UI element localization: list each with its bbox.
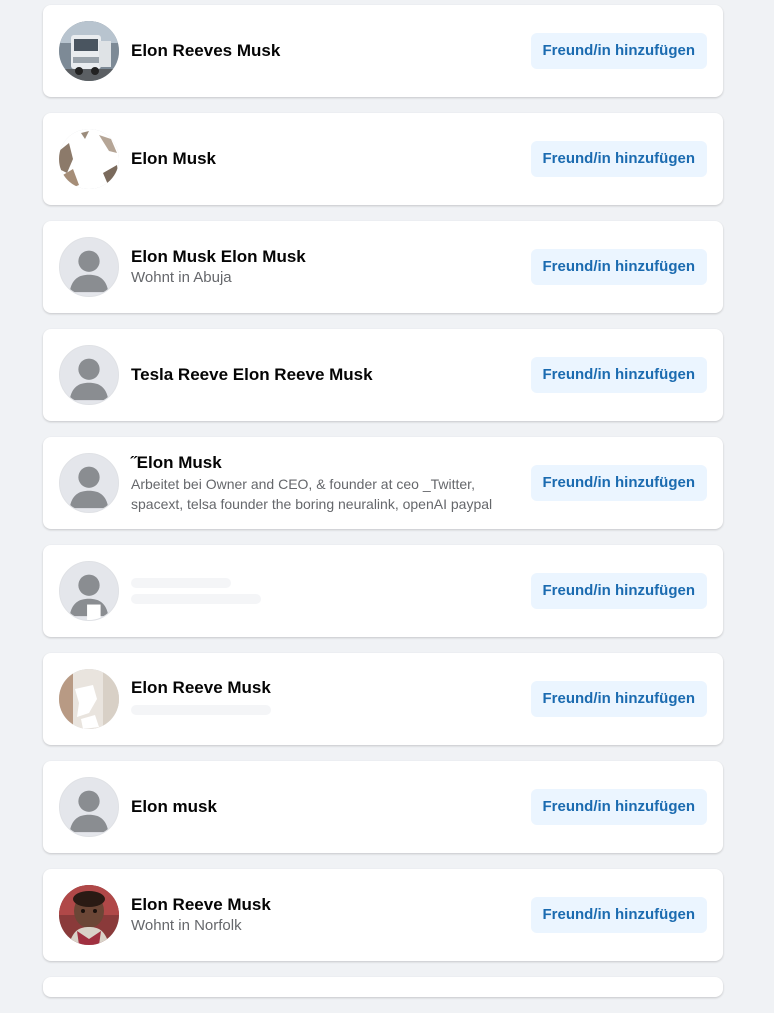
result-info: ˝Elon Musk Arbeitet bei Owner and CEO, &… (131, 452, 523, 514)
result-name[interactable]: Elon musk (131, 796, 523, 818)
result-info: Elon Reeve Musk Wohnt in Norfolk (131, 894, 523, 936)
result-name[interactable]: Elon Reeve Musk (131, 677, 523, 699)
result-card[interactable]: Tesla Reeve Elon Reeve Musk Freund/in hi… (43, 329, 723, 421)
avatar[interactable] (59, 453, 119, 513)
redacted-photo-icon (59, 669, 119, 729)
result-card[interactable]: Elon Musk Freund/in hinzufügen (43, 113, 723, 205)
result-card[interactable]: Freund/in hinzufügen (43, 545, 723, 637)
redacted-photo-icon (59, 129, 119, 189)
result-name[interactable]: Elon Reeve Musk (131, 894, 523, 916)
result-name[interactable]: Elon Reeves Musk (131, 40, 523, 62)
add-friend-button[interactable]: Freund/in hinzufügen (530, 573, 707, 609)
result-info: Elon Reeves Musk (131, 40, 523, 62)
result-name[interactable]: ˝Elon Musk (131, 452, 523, 474)
avatar[interactable] (59, 345, 119, 405)
result-info (131, 572, 523, 610)
avatar[interactable] (59, 21, 119, 81)
result-card[interactable]: Elon Reeve Musk Wohnt in Norfolk Freund/… (43, 869, 723, 961)
result-subtitle: Wohnt in Abuja (131, 269, 232, 286)
add-friend-button[interactable]: Freund/in hinzufügen (530, 897, 707, 933)
search-results-list: Elon Reeves Musk Freund/in hinzufügen El… (43, 5, 723, 1013)
default-avatar-icon (60, 562, 118, 620)
result-name[interactable]: Elon Musk (131, 148, 523, 170)
result-card[interactable]: ˝Elon Musk Arbeitet bei Owner and CEO, &… (43, 437, 723, 529)
avatar[interactable] (59, 129, 119, 189)
result-card[interactable]: Elon Reeve Musk Freund/in hinzufügen (43, 653, 723, 745)
redacted-name-placeholder (131, 578, 231, 588)
add-friend-button[interactable]: Freund/in hinzufügen (530, 681, 707, 717)
result-card[interactable]: Elon Reeves Musk Freund/in hinzufügen (43, 5, 723, 97)
redacted-subtitle-placeholder (131, 594, 261, 604)
result-card[interactable]: Elon musk Freund/in hinzufügen (43, 761, 723, 853)
result-name[interactable]: Tesla Reeve Elon Reeve Musk (131, 364, 523, 386)
default-avatar-icon (60, 778, 118, 836)
avatar[interactable] (59, 885, 119, 945)
result-card[interactable]: Elon Musk Elon Musk Wohnt in Abuja Freun… (43, 221, 723, 313)
result-subtitle: Wohnt in Norfolk (131, 917, 242, 934)
avatar[interactable] (59, 669, 119, 729)
result-subtitle: Arbeitet bei Owner and CEO, & founder at… (131, 476, 493, 512)
avatar[interactable] (59, 561, 119, 621)
avatar[interactable] (59, 237, 119, 297)
add-friend-button[interactable]: Freund/in hinzufügen (530, 33, 707, 69)
add-friend-button[interactable]: Freund/in hinzufügen (530, 789, 707, 825)
truck-photo-icon (59, 21, 119, 81)
avatar[interactable] (59, 777, 119, 837)
default-avatar-icon (60, 238, 118, 296)
add-friend-button[interactable]: Freund/in hinzufügen (530, 357, 707, 393)
result-card-partial[interactable] (43, 977, 723, 997)
child-photo-icon (59, 885, 119, 945)
add-friend-button[interactable]: Freund/in hinzufügen (530, 249, 707, 285)
result-info: Tesla Reeve Elon Reeve Musk (131, 364, 523, 386)
add-friend-button[interactable]: Freund/in hinzufügen (530, 465, 707, 501)
default-avatar-icon (60, 454, 118, 512)
redacted-subtitle-placeholder (131, 705, 271, 715)
add-friend-button[interactable]: Freund/in hinzufügen (530, 141, 707, 177)
result-name[interactable]: Elon Musk Elon Musk (131, 246, 523, 268)
result-info: Elon Musk (131, 148, 523, 170)
result-info: Elon Musk Elon Musk Wohnt in Abuja (131, 246, 523, 288)
default-avatar-icon (60, 346, 118, 404)
result-info: Elon musk (131, 796, 523, 818)
result-info: Elon Reeve Musk (131, 677, 523, 721)
